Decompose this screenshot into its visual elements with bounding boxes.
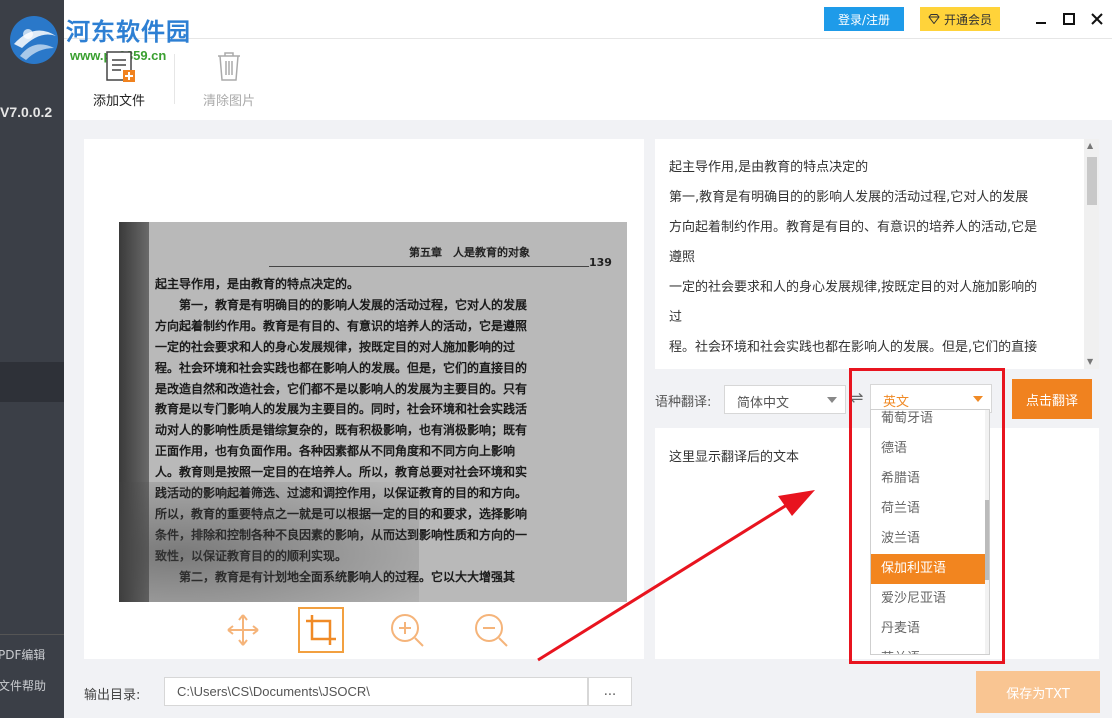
photo-line: 动对人的影响性质是错综复杂的，既有积极影响，也有消极影响；既有	[155, 423, 528, 438]
vip-button-label: 开通会员	[943, 12, 992, 27]
annotation-highlight-box	[849, 368, 1005, 664]
sidebar: V7.0.0.2 PDF编辑 文件帮助	[0, 0, 64, 718]
save-txt-button[interactable]: 保存为TXT	[976, 671, 1100, 713]
ocr-line: 一定的社会要求和人的身心发展规律,按既定目的对人施加影响的	[669, 280, 1038, 295]
photo-chapter-header: 第五章 人是教育的对象	[409, 246, 530, 259]
translation-placeholder: 这里显示翻译后的文本	[669, 450, 800, 465]
zoom-in-icon[interactable]	[384, 607, 430, 653]
book-page-photo: 第五章 人是教育的对象 139 起主导作用，是由教育的特点决定的。 第一，教育是…	[119, 222, 627, 602]
image-tools	[220, 603, 520, 655]
photo-line: 第一，教育是有明确目的的影响人发展的活动过程，它对人的发展	[155, 297, 528, 312]
diamond-icon	[928, 14, 940, 24]
source-language-value: 简体中文	[737, 396, 790, 411]
sidebar-item-pdf-edit[interactable]: PDF编辑	[0, 646, 45, 663]
close-icon[interactable]	[1086, 8, 1108, 30]
image-preview-panel: 第五章 人是教育的对象 139 起主导作用，是由教育的特点决定的。 第一，教育是…	[84, 139, 644, 659]
crop-icon[interactable]	[298, 607, 344, 653]
sidebar-active-item[interactable]	[0, 362, 64, 402]
photo-line: 一定的社会要求和人的身心发展规律，按既定目的对人施加影响的过	[155, 339, 516, 354]
zoom-out-icon[interactable]	[468, 607, 514, 653]
ocr-text-panel[interactable]: 起主导作用,是由教育的特点决定的 第一,教育是有明确目的的影响人发展的活动过程,…	[655, 139, 1099, 369]
photo-line: 程。社会环境和社会实践也都在影响人的发展。但是，它们的直接目的	[155, 360, 528, 375]
photo-line: 方向起着制约作用。教育是有目的、有意识的培养人的活动，它是遵照	[155, 318, 528, 333]
photo-page-number: 139	[589, 256, 612, 269]
ocr-line: 第一,教育是有明确目的的影响人发展的活动过程,它对人的发展	[669, 190, 1029, 205]
ocr-line: 方向起着制约作用。教育是有目的、有意识的培养人的活动,它是	[669, 220, 1038, 235]
ocr-text[interactable]: 起主导作用,是由教育的特点决定的 第一,教育是有明确目的的影响人发展的活动过程,…	[669, 153, 1079, 369]
photo-line: 起主导作用，是由教育的特点决定的。	[155, 277, 360, 291]
maximize-icon[interactable]	[1058, 8, 1080, 30]
vip-button[interactable]: 开通会员	[920, 7, 1000, 31]
watermark-site-name: 河东软件园	[66, 17, 191, 46]
translate-button[interactable]: 点击翻译	[1012, 379, 1092, 419]
output-dir-label: 输出目录:	[84, 688, 141, 703]
output-dir-input[interactable]: C:\Users\CS\Documents\JSOCR\	[164, 677, 588, 706]
clear-image-label: 清除图片	[202, 94, 255, 109]
ocr-scroll-thumb[interactable]	[1087, 157, 1097, 205]
chevron-down-icon	[827, 397, 837, 403]
watermark-logo-icon	[10, 16, 58, 64]
translate-label: 语种翻译:	[655, 395, 712, 410]
photo-shadow	[119, 482, 419, 602]
top-divider	[64, 38, 1112, 39]
minimize-icon[interactable]	[1030, 8, 1052, 30]
add-file-label: 添加文件	[92, 94, 145, 109]
toolbar-divider	[174, 54, 175, 104]
scroll-up-icon[interactable]: ▲	[1087, 141, 1093, 150]
photo-line: 正面作用，也有负面作用。各种因素都从不同角度和不同方向上影响	[155, 444, 516, 459]
ocr-line: 起主导作用,是由教育的特点决定的	[669, 160, 869, 175]
source-language-select[interactable]: 简体中文	[724, 385, 846, 414]
move-icon[interactable]	[220, 607, 266, 653]
browse-button[interactable]: ...	[588, 677, 632, 706]
photo-line: 教育是以专门影响人的发展为主要目的。同时，社会环境和社会实践活	[155, 402, 528, 417]
sidebar-divider	[0, 634, 64, 635]
ocr-scrollbar[interactable]: ▲ ▼	[1084, 139, 1099, 369]
photo-line: 是改造自然和改造社会，它们都不是以影响人的发展为主要目的。只有	[155, 381, 528, 396]
add-file-icon	[106, 51, 135, 82]
ocr-line: 过	[669, 310, 683, 325]
login-button[interactable]: 登录/注册	[824, 7, 904, 31]
photo-line: 人。教育则是按照一定目的在培养人。所以，教育总要对社会环境和实	[155, 465, 528, 480]
clear-image-button[interactable]: 清除图片	[184, 44, 274, 114]
trash-icon	[218, 52, 240, 81]
add-file-button[interactable]: 添加文件	[74, 44, 164, 114]
ocr-line: 程。社会环境和社会实践也都在影响人的发展。但是,它们的直接	[669, 340, 1038, 355]
sidebar-item-file-help[interactable]: 文件帮助	[0, 677, 46, 694]
ocr-line: 遵照	[669, 250, 696, 265]
scroll-down-icon[interactable]: ▼	[1087, 357, 1093, 366]
version-label: V7.0.0.2	[0, 104, 53, 120]
photo-header-rule	[269, 266, 589, 267]
